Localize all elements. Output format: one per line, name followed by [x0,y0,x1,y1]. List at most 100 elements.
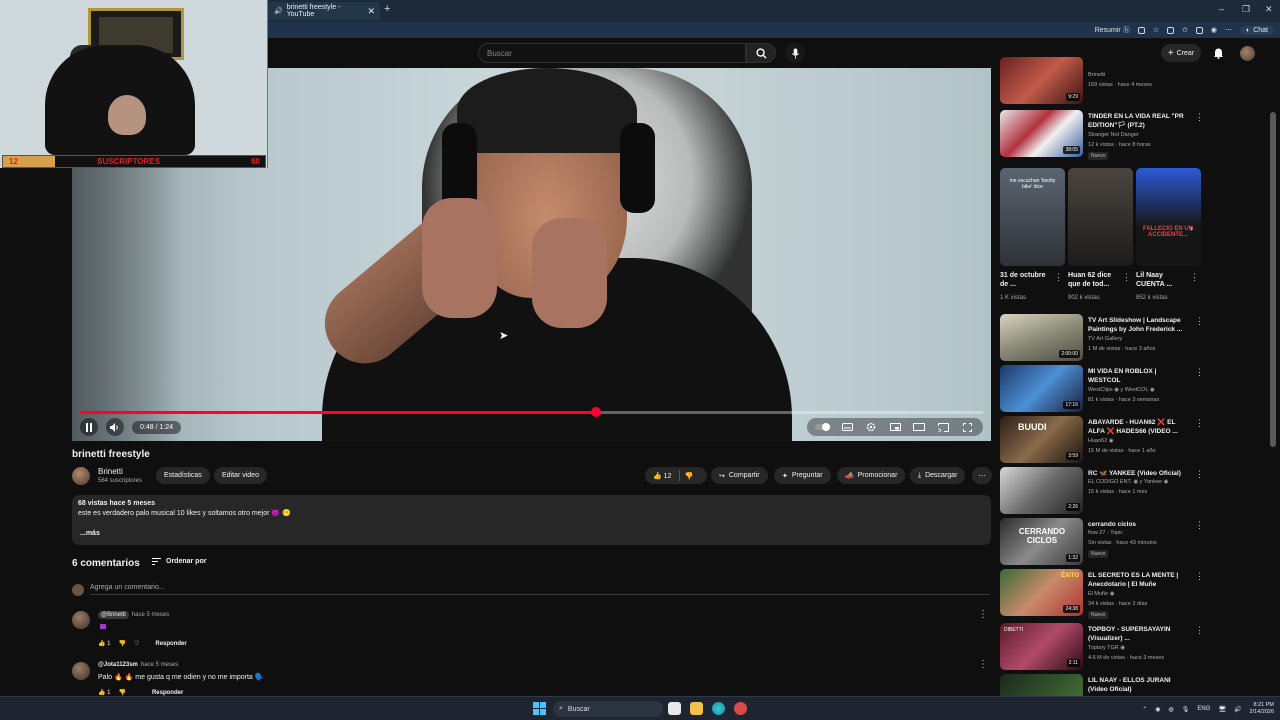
share-button[interactable]: ↪ Compartir [711,467,768,484]
comment-dislike-button[interactable]: 👎 [118,640,125,647]
chevron-right-icon[interactable]: › [1190,223,1193,233]
dislike-button[interactable]: 👎 [684,472,693,480]
comment-avatar[interactable] [72,611,90,629]
chat-button[interactable]: ◐ Chat [1239,25,1274,35]
tray-app-icon[interactable]: ◉ [1155,706,1160,713]
video-menu-icon[interactable]: ⋮ [1195,520,1204,531]
comment-menu-icon[interactable]: ⋮ [978,659,988,670]
settings-button[interactable] [861,420,881,434]
statistics-button[interactable]: Estadísticas [156,467,210,484]
short-title[interactable]: Huan 62 dice que de tod... [1068,271,1120,289]
video-channel[interactable]: El Muñe ◉ [1088,591,1115,597]
video-channel[interactable]: EL CODIGO ENT. ◉ y Yankee ◉ [1088,479,1168,485]
video-channel[interactable]: WestClips ◉ y WestCOL ◉ [1088,387,1155,393]
heart-icon[interactable]: ♡ [134,640,139,647]
video-channel[interactable]: flow 27 - Topic [1088,530,1123,536]
close-tab-icon[interactable]: ✕ [367,6,375,17]
comment-like-button[interactable]: 👍 1 [98,689,110,696]
comment-author[interactable]: @Brinetti [98,611,129,619]
task-view-icon[interactable] [668,702,681,715]
channel-avatar[interactable] [72,467,90,485]
video-menu-icon[interactable]: ⋮ [1195,469,1204,480]
captions-button[interactable] [837,420,857,434]
collections-icon[interactable] [1195,26,1203,34]
favorites-icon[interactable]: ✩ [1182,26,1188,34]
video-title[interactable]: TV Art Slideshow | Landscape Paintings b… [1088,316,1186,334]
volume-button[interactable] [106,418,124,436]
video-title[interactable]: cerrando ciclos [1088,520,1186,529]
extension-icon[interactable] [1166,26,1174,34]
video-menu-icon[interactable]: ⋮ [1195,625,1204,636]
sidebar-video-item[interactable]: BUUDI 3:59 ABAYARDE - HUAN62 ❌ EL ALFA ❌ … [1000,416,1204,463]
volume-icon[interactable]: 🔊 [1234,706,1241,713]
theater-mode-button[interactable] [909,420,929,434]
short-menu-icon[interactable]: ⋮ [1122,272,1131,283]
description-box[interactable]: 68 vistas hace 5 meses este es verdadero… [72,495,991,545]
pause-button[interactable] [80,418,98,436]
favorite-icon[interactable]: ☆ [1153,26,1159,34]
video-thumbnail[interactable]: DIBETTI 2:11 [1000,623,1083,670]
video-channel[interactable]: Stranger Not Danger [1088,132,1139,138]
short-menu-icon[interactable]: ⋮ [1190,272,1199,283]
sidebar-video-item[interactable]: LIL NAAY - ELLOS JURANI (Video Oficial) … [1000,674,1195,696]
resumir-button[interactable]: Resumir ⓑ [1095,25,1130,35]
taskbar-search[interactable]: ⌕ Buscar [553,701,663,717]
search-button[interactable] [746,43,776,63]
short-title[interactable]: Lil Naay CUENTA ... [1136,271,1188,289]
video-channel[interactable]: TV Art Gallery [1088,336,1122,342]
comment-menu-icon[interactable]: ⋮ [978,609,988,620]
video-menu-icon[interactable]: ⋮ [1195,367,1204,378]
search-input[interactable]: Buscar [478,43,746,63]
short-thumbnail[interactable]: me escuchan 'bootty bike' dice [1000,168,1065,266]
video-thumbnail[interactable]: 9:29 [1000,57,1083,104]
mic-icon[interactable]: 🎙 [1182,706,1190,713]
video-thumbnail[interactable]: 17:16 [1000,365,1083,412]
network-icon[interactable]: 🖥 [1218,706,1226,713]
short-menu-icon[interactable]: ⋮ [1054,272,1063,283]
fullscreen-button[interactable] [957,420,977,434]
app-icon[interactable] [734,702,747,715]
maximize-button[interactable]: ❐ [1242,4,1250,15]
show-more-link[interactable]: ...más [80,530,100,537]
comment-time[interactable]: hace 5 meses [141,662,178,668]
sidebar-video-item[interactable]: DIBETTI 2:11 TOPBOY - SUPERSAYAYIN (Visua… [1000,623,1204,670]
more-actions-button[interactable]: ⋯ [972,467,992,484]
chevron-up-icon[interactable]: ⌃ [1142,706,1147,713]
comment-time[interactable]: hace 5 meses [132,612,169,618]
video-thumbnail[interactable]: 2:26 [1000,467,1083,514]
minimize-button[interactable]: – [1219,4,1224,14]
create-button[interactable]: + Crear [1161,44,1201,62]
clock[interactable]: 8:21 PM 2/14/2026 [1250,702,1274,716]
sidebar-video-item[interactable]: CERRANDO CICLOS 1:32 cerrando ciclos flow… [1000,518,1204,565]
tray-app-icon[interactable]: ◍ [1169,706,1174,713]
sort-comments-button[interactable]: Ordenar por [152,558,206,565]
video-title[interactable]: MI VIDA EN ROBLOX | WESTCOL [1088,367,1186,385]
video-channel[interactable]: Huan62 ◉ [1088,438,1114,444]
video-title[interactable]: ABAYARDE - HUAN62 ❌ EL ALFA ❌ HADES66 (V… [1088,418,1186,436]
windows-start-icon[interactable] [533,702,546,715]
promote-button[interactable]: 📣 Promocionar [837,467,906,484]
short-title[interactable]: 31 de octubre de ... [1000,271,1052,289]
short-thumbnail[interactable]: FALLECIO EN UN ACCIDENTE... [1136,168,1201,266]
video-channel[interactable]: Topboy TGR ◉ [1088,645,1125,651]
file-explorer-icon[interactable] [690,702,703,715]
progress-scrubber[interactable] [590,407,601,417]
sidebar-video-item[interactable]: 17:16 MI VIDA EN ROBLOX | WESTCOL WestCl… [1000,365,1204,412]
edge-browser-icon[interactable] [712,702,725,715]
video-title[interactable]: TINDER EN LA VIDA REAL "PR EDITION"🏳 (PT… [1088,112,1186,130]
video-channel[interactable]: Brinetti [1088,72,1105,78]
video-thumbnail[interactable]: CERRANDO CICLOS 1:32 [1000,518,1083,565]
reader-icon[interactable] [1137,26,1145,34]
edit-video-button[interactable]: Editar video [214,467,267,484]
video-thumbnail[interactable]: 2:00:00 [1000,314,1083,361]
more-icon[interactable]: ⋯ [1225,26,1232,34]
profile-icon[interactable]: ◉ [1211,26,1217,34]
video-menu-icon[interactable]: ⋮ [1195,418,1204,429]
video-thumbnail[interactable]: 38:05 [1000,110,1083,157]
account-avatar[interactable] [1240,46,1255,61]
notifications-bell-icon[interactable] [1213,47,1224,59]
sidebar-video-item[interactable]: ÉXITO 24:38 EL SECRETO ES LA MENTE | Anec… [1000,569,1204,619]
sidebar-video-item[interactable]: 2:00:00 TV Art Slideshow | Landscape Pai… [1000,314,1204,361]
sidebar-video-item[interactable]: 9:29 Brinetti 169 vistas · hace 4 meses [1000,57,1195,106]
download-button[interactable]: ⤓ Descargar [910,467,966,484]
